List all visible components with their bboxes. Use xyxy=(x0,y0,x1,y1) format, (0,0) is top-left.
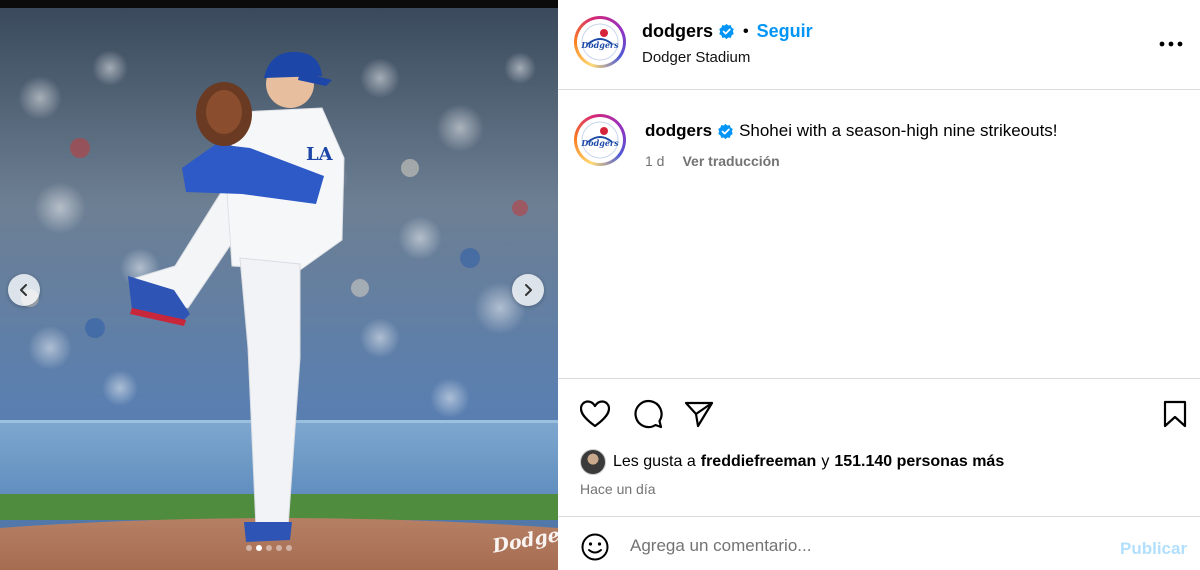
post-media[interactable]: LA Dodgers xyxy=(0,0,558,570)
carousel-dot xyxy=(276,545,282,551)
media-top-strip xyxy=(0,0,558,8)
dodgers-logo-icon: Dodgers xyxy=(580,23,619,61)
post-caption: Dodgers dodgers Shohei with a season-hig… xyxy=(558,90,1200,378)
comment-icon xyxy=(634,400,663,429)
likes-summary[interactable]: Les gusta a freddiefreeman y 151.140 per… xyxy=(580,449,1004,475)
caption-age[interactable]: 1 d xyxy=(645,153,664,169)
follow-button[interactable]: Seguir xyxy=(757,21,813,42)
carousel-indicator xyxy=(246,545,292,551)
author-username[interactable]: dodgers xyxy=(642,21,713,42)
share-icon xyxy=(684,401,714,428)
caption-avatar[interactable]: Dodgers xyxy=(574,114,626,166)
comment-box: Publicar xyxy=(558,516,1200,570)
verified-badge-icon xyxy=(718,123,733,139)
post-details-panel: Dodgers dodgers • Seguir Dodger Stadium xyxy=(558,0,1200,570)
comment-button[interactable] xyxy=(631,397,665,431)
carousel-dot xyxy=(246,545,252,551)
likes-connector: y xyxy=(821,453,830,470)
likes-count[interactable]: 151.140 personas más xyxy=(834,453,1004,471)
share-button[interactable] xyxy=(682,397,716,431)
liker-username[interactable]: freddiefreeman xyxy=(701,453,817,471)
more-options-button[interactable] xyxy=(1156,29,1186,59)
carousel-prev-button[interactable] xyxy=(8,274,40,306)
carousel-dot xyxy=(286,545,292,551)
more-options-icon xyxy=(1159,41,1183,47)
translate-link[interactable]: Ver traducción xyxy=(682,153,779,169)
likes-prefix: Les gusta a xyxy=(613,453,696,470)
caption-text: Shohei with a season-high nine strikeout… xyxy=(739,121,1058,140)
publish-button[interactable]: Publicar xyxy=(1120,539,1187,559)
svg-text:LA: LA xyxy=(306,144,334,165)
verified-badge-icon xyxy=(719,23,734,40)
avatar[interactable]: Dodgers xyxy=(574,16,626,68)
caption-meta: 1 d Ver traducción xyxy=(645,153,780,169)
post-timestamp[interactable]: Hace un día xyxy=(580,481,656,497)
post-actions: Les gusta a freddiefreeman y 151.140 per… xyxy=(558,378,1200,516)
heart-icon xyxy=(580,400,610,428)
like-button[interactable] xyxy=(578,397,612,431)
chevron-right-icon xyxy=(525,284,532,296)
dodgers-logo-icon: Dodgers xyxy=(580,121,619,159)
carousel-dot xyxy=(266,545,272,551)
emoji-button[interactable] xyxy=(580,532,610,562)
dot-separator: • xyxy=(743,22,749,40)
chevron-left-icon xyxy=(20,284,27,296)
svg-text:Dodgers: Dodgers xyxy=(580,138,619,148)
save-button[interactable] xyxy=(1158,397,1192,431)
comment-input[interactable] xyxy=(630,532,1100,560)
bookmark-icon xyxy=(1163,400,1187,428)
caption-username[interactable]: dodgers xyxy=(645,121,712,141)
svg-text:Dodgers: Dodgers xyxy=(580,40,619,50)
caption-line: dodgers Shohei with a season-high nine s… xyxy=(645,121,1058,141)
carousel-next-button[interactable] xyxy=(512,274,544,306)
post-author-line: dodgers • Seguir xyxy=(642,21,813,42)
post-photo: LA xyxy=(0,8,558,570)
liker-avatar[interactable] xyxy=(580,449,606,475)
post-header: Dodgers dodgers • Seguir Dodger Stadium xyxy=(558,0,1200,90)
emoji-icon xyxy=(581,533,609,561)
carousel-dot xyxy=(256,545,262,551)
post-location[interactable]: Dodger Stadium xyxy=(642,49,750,66)
